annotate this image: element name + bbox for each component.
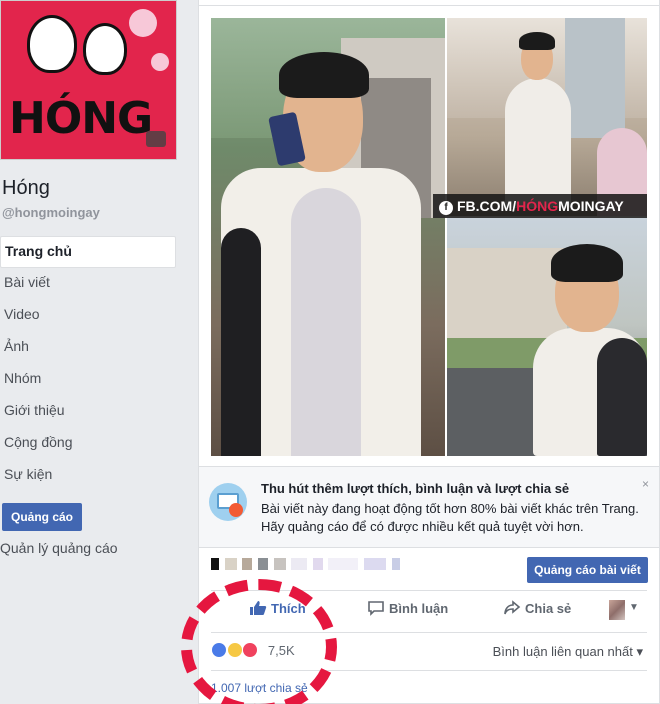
- person-hair: [519, 32, 555, 50]
- nav-item-community[interactable]: Cộng đồng: [0, 428, 176, 460]
- reach-pixel: [224, 558, 237, 570]
- nav-item-groups[interactable]: Nhóm: [0, 364, 176, 396]
- watermark-accent: HÓNG: [516, 198, 559, 214]
- boost-description-line-2: Hãy quảng cáo để có được nhiều kết quả t…: [261, 519, 584, 534]
- facebook-icon: f: [439, 201, 453, 215]
- comment-button[interactable]: Bình luận: [367, 600, 448, 616]
- cartoon-face-female: [83, 23, 127, 75]
- boost-icon: [209, 483, 247, 521]
- share-label: Chia sẻ: [525, 601, 572, 616]
- fire-icon: [229, 503, 243, 517]
- watermark-prefix: FB.COM/: [457, 198, 517, 214]
- cartoon-face-male: [27, 15, 77, 73]
- photo-top-right: [447, 18, 647, 216]
- reach-pixel: [312, 558, 323, 570]
- nav-item-posts[interactable]: Bài viết: [0, 268, 176, 300]
- flower-decoration: [129, 9, 157, 37]
- nav-item-photos[interactable]: Ảnh: [0, 332, 176, 364]
- reach-pixel: [257, 558, 268, 570]
- camera-icon[interactable]: [146, 131, 166, 147]
- avatar: [609, 600, 625, 620]
- reach-pixel: [391, 558, 400, 570]
- person-tshirt: [291, 188, 361, 456]
- reach-pixel: [328, 558, 359, 570]
- share-button[interactable]: Chia sẻ: [503, 600, 571, 616]
- photo-house: [447, 248, 567, 338]
- person-sleeve: [597, 338, 647, 456]
- comment-sort-dropdown[interactable]: Bình luận liên quan nhất ▾: [493, 644, 643, 660]
- share-as-menu[interactable]: ▼: [609, 600, 649, 622]
- chevron-down-icon: ▼: [629, 602, 639, 613]
- boost-description-line-1: Bài viết này đang hoạt động tốt hơn 80% …: [261, 501, 639, 516]
- comment-label: Bình luận: [389, 601, 449, 616]
- photo-watermark: f FB.COM/HÓNGMOINGAY: [433, 194, 647, 218]
- share-icon: [504, 600, 521, 615]
- flower-decoration: [151, 53, 169, 71]
- boost-title: Thu hút thêm lượt thích, bình luận và lư…: [261, 481, 570, 496]
- person-hair: [551, 244, 623, 282]
- photo-door: [565, 18, 625, 138]
- page-handle[interactable]: @hongmoingay: [2, 205, 100, 220]
- highlight-circle-annotation: [181, 579, 337, 704]
- reach-bar-blurred: [211, 558, 402, 572]
- nav-item-videos[interactable]: Video: [0, 300, 176, 332]
- person-hair: [279, 52, 369, 98]
- manage-ads-link[interactable]: Quản lý quảng cáo: [0, 540, 118, 556]
- post-top-tabs: [199, 0, 660, 6]
- avatar-logo-text: HÓNG: [9, 93, 153, 144]
- page-nav: Trang chủ Bài viết Video Ảnh Nhóm Giới t…: [0, 236, 176, 492]
- comment-icon: [368, 601, 384, 616]
- nav-item-events[interactable]: Sự kiện: [0, 460, 176, 492]
- person-jacket: [505, 78, 571, 208]
- post-photo-collage[interactable]: f FB.COM/HÓNGMOINGAY: [211, 18, 647, 456]
- page-name[interactable]: Hóng: [2, 177, 50, 200]
- person-sleeve: [221, 228, 261, 456]
- reach-pixel: [242, 558, 253, 570]
- reach-pixel: [273, 558, 286, 570]
- photo-main: [211, 18, 445, 456]
- boost-post-button[interactable]: Quảng cáo bài viết: [527, 557, 648, 583]
- photo-bottom-right: [447, 218, 647, 456]
- reach-pixel: [364, 558, 386, 570]
- reach-pixel: [211, 558, 219, 570]
- boost-suggestion: Thu hút thêm lượt thích, bình luận và lư…: [199, 466, 659, 548]
- page-sidebar: HÓNG Hóng @hongmoingay Trang chủ Bài viế…: [0, 0, 185, 704]
- watermark-suffix: MOINGAY: [558, 198, 624, 214]
- nav-item-about[interactable]: Giới thiệu: [0, 396, 176, 428]
- close-icon[interactable]: ×: [642, 477, 649, 491]
- page-avatar[interactable]: HÓNG: [0, 0, 177, 160]
- reach-pixel: [291, 558, 308, 570]
- promote-button[interactable]: Quảng cáo: [2, 503, 82, 531]
- nav-item-home[interactable]: Trang chủ: [0, 236, 176, 268]
